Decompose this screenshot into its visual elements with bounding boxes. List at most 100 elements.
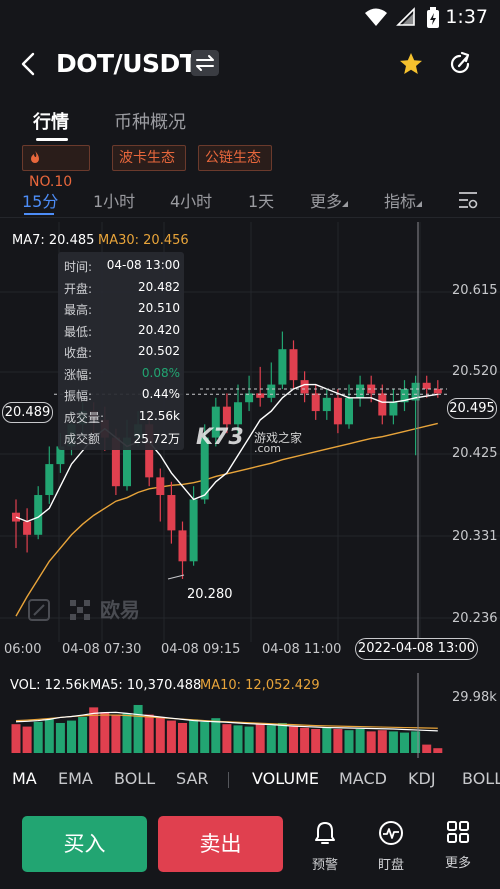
- volume-bar: [222, 724, 232, 753]
- favorite-star-icon[interactable]: [398, 51, 424, 77]
- watch-button[interactable]: 盯盘: [366, 820, 416, 873]
- indicator-ema[interactable]: EMA: [58, 769, 93, 788]
- volume-bar: [67, 720, 76, 753]
- interval-selector: 15分 1小时 4小时 1天 更多 指标: [0, 180, 500, 218]
- candle-tooltip: 时间: 04-08 13:00 开盘: 20.482 最高: 20.510 最低: 20.42…: [58, 252, 184, 450]
- interval-more-label: 更多: [310, 192, 343, 211]
- volume-bar: [11, 724, 21, 753]
- header: DOT/USDT: [0, 36, 500, 92]
- tooltip-row: 收盘: 20.502: [64, 344, 180, 360]
- public-chain-tag[interactable]: 公链生态: [198, 145, 272, 171]
- tooltip-row: 开盘: 20.482: [64, 280, 180, 296]
- tooltip-key: 最低:: [64, 324, 93, 339]
- tooltip-key: 涨幅:: [64, 367, 93, 382]
- ecosystem-tag[interactable]: 波卡生态: [112, 145, 186, 171]
- interval-15m[interactable]: 15分: [22, 188, 58, 212]
- candle-body: [189, 499, 198, 562]
- indicator-kdj[interactable]: KDJ: [408, 769, 436, 788]
- volume-bar: [122, 713, 132, 753]
- tooltip-key: 开盘:: [64, 281, 93, 296]
- indicator-sar[interactable]: SAR: [176, 769, 209, 788]
- bell-icon: [315, 822, 335, 844]
- okx-grid-icon: [69, 600, 90, 620]
- candle-body: [422, 382, 431, 389]
- fire-icon: [31, 151, 39, 163]
- volume-bar: [111, 714, 121, 753]
- indicator-volume[interactable]: VOLUME: [252, 769, 319, 788]
- indicator-menu[interactable]: 指标: [384, 188, 423, 212]
- okx-watermark: 欧易: [28, 594, 140, 623]
- candle-body: [433, 388, 442, 394]
- tab-coin-overview[interactable]: 币种概况: [114, 108, 186, 134]
- price-tick: 20.520: [452, 364, 498, 379]
- pair-title[interactable]: DOT/USDT: [56, 49, 197, 78]
- grid-icon: [447, 821, 469, 843]
- clock: 1:37: [445, 6, 488, 28]
- volume-bar: [266, 725, 276, 753]
- tab-market[interactable]: 行情: [33, 108, 69, 134]
- volume-bar: [244, 726, 254, 753]
- interval-4h[interactable]: 4小时: [170, 188, 212, 212]
- tab-underline: [36, 138, 68, 141]
- tooltip-value: 0.08%: [141, 365, 180, 380]
- candle-body: [234, 402, 242, 425]
- volume-chart: [11, 673, 443, 758]
- candle-body: [389, 402, 398, 416]
- tooltip-row: 时间: 04-08 13:00: [64, 258, 180, 274]
- share-icon[interactable]: [447, 51, 473, 77]
- volume-bar: [355, 728, 365, 753]
- tooltip-value: 12.56k: [138, 408, 180, 423]
- price-tick: 20.425: [452, 446, 498, 461]
- more-button[interactable]: 更多: [433, 820, 483, 871]
- ma30-legend: MA30: 20.456: [98, 233, 189, 248]
- interval-more[interactable]: 更多: [310, 188, 349, 212]
- wifi-icon: [365, 8, 387, 26]
- interval-1h[interactable]: 1小时: [93, 188, 135, 212]
- interval-1d[interactable]: 1天: [248, 188, 274, 212]
- ma7-legend: MA7: 20.485: [12, 233, 95, 248]
- switch-pair-button[interactable]: [191, 50, 219, 76]
- alert-button[interactable]: 预警: [300, 820, 350, 873]
- tooltip-value: 04-08 13:00: [106, 258, 180, 272]
- time-tick: 04-08 09:15: [161, 642, 241, 657]
- tooltip-key: 振幅:: [64, 389, 93, 403]
- indicator-boll[interactable]: BOLL: [114, 769, 155, 788]
- watch-label: 盯盘: [377, 858, 404, 873]
- candle-body: [178, 530, 187, 562]
- chart-settings-icon[interactable]: [458, 190, 478, 210]
- time-tick: 04-08 11:00: [262, 642, 342, 657]
- volume-bar: [133, 704, 143, 753]
- indicator-ma[interactable]: MA: [12, 769, 37, 788]
- candle-body: [23, 521, 32, 535]
- volume-bar: [300, 727, 310, 753]
- candle-body: [222, 406, 231, 425]
- tooltip-value: 20.482: [138, 279, 180, 294]
- buy-button[interactable]: 买入: [22, 816, 147, 872]
- indicator-tabs: MA EMA BOLL SAR VOLUME MACD KDJ BOLL: [0, 764, 500, 794]
- tooltip-value: 25.72万: [133, 432, 180, 446]
- candle-body: [267, 384, 276, 398]
- tooltip-value: 20.510: [138, 301, 180, 315]
- indicator-macd[interactable]: MACD: [339, 769, 387, 788]
- rank-tag[interactable]: NO.10: [22, 145, 90, 190]
- pulse-icon: [379, 821, 403, 845]
- price-tick: 20.615: [452, 283, 498, 298]
- volume-bar: [311, 728, 321, 753]
- volume-bar: [277, 722, 287, 753]
- sell-button[interactable]: 卖出: [158, 816, 283, 872]
- volume-bar: [433, 748, 443, 753]
- current-price-tag: 20.495: [447, 398, 497, 419]
- caret-icon: [342, 201, 349, 207]
- tooltip-row: 最低: 20.420: [64, 323, 180, 339]
- crosshair-time-tag: 2022-04-08 13:00: [355, 638, 478, 660]
- k73-url-text: .com: [254, 442, 281, 455]
- okx-logo-icon: [28, 599, 50, 621]
- back-arrow-icon[interactable]: [16, 50, 42, 78]
- price-tick: 20.331: [452, 529, 498, 544]
- candle-body: [322, 397, 331, 412]
- candle-body: [300, 380, 309, 394]
- indicator-boll-sub[interactable]: BOLL: [462, 769, 500, 788]
- more-label: 更多: [444, 856, 471, 871]
- tooltip-row: 最高: 20.510: [64, 301, 180, 317]
- volume-bar: [100, 712, 110, 753]
